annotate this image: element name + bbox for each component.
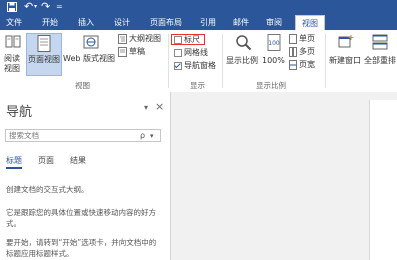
search-box[interactable]: 搜索文档 ρ ▾: [5, 129, 161, 142]
customize-qat-icon[interactable]: =: [56, 2, 63, 12]
close-icon[interactable]: ×: [155, 100, 164, 113]
tab-design[interactable]: 设计: [110, 15, 134, 30]
draft-label: 草稿: [129, 47, 145, 56]
ruler-checkbox[interactable]: 标尺: [174, 35, 204, 45]
group-divider: [222, 34, 223, 88]
nav-help-text: 标题应用标题样式。: [6, 249, 74, 258]
save-icon[interactable]: [7, 2, 17, 12]
tab-insert[interactable]: 插入: [74, 15, 98, 30]
nav-help-text: 式。: [6, 219, 21, 228]
nav-pane-label: 导航窗格: [184, 61, 216, 70]
tab-mailings[interactable]: 邮件: [229, 15, 253, 30]
tab-review[interactable]: 审阅: [262, 15, 286, 30]
print-layout-icon: [37, 35, 51, 55]
nav-help-text: 创建文档的交互式大纲。: [6, 185, 89, 194]
nav-pane-title: 导航: [6, 105, 33, 120]
undo-dropdown-icon[interactable]: ▾: [34, 3, 37, 10]
read-mode-label: 阅读: [4, 54, 20, 63]
group-divider: [325, 34, 326, 88]
gridlines-checkbox-box[interactable]: [174, 49, 182, 57]
ribbon-tab-bar: 文件 开始 插入 设计 页面布局 引用 邮件 审阅 视图: [0, 15, 397, 30]
search-input[interactable]: 搜索文档: [9, 131, 39, 141]
arrange-all-label: 全部重排: [364, 56, 396, 65]
nav-help-text: 要开始，请转到“开始”选项卡，并向文档中的: [6, 238, 157, 247]
web-layout-icon: [83, 34, 99, 53]
one-page-label: 单页: [299, 34, 315, 43]
print-layout-label: 页面视图: [28, 55, 60, 64]
ruler-checkbox-box[interactable]: [174, 36, 182, 44]
read-mode-button[interactable]: 阅读 视图: [3, 34, 23, 76]
nav-help-text: 它是跟踪您的具体位置或快速移动内容的好方: [6, 208, 156, 217]
new-window-icon: [338, 34, 354, 53]
gridlines-checkbox[interactable]: 网格线: [174, 48, 214, 58]
views-group-label: 视图: [75, 81, 90, 90]
zoom-group-label: 显示比例: [256, 81, 286, 90]
show-group-label: 显示: [190, 81, 205, 90]
multi-page-label: 多页: [299, 47, 315, 56]
page-width-button[interactable]: 页宽: [289, 60, 319, 70]
one-page-button[interactable]: 单页: [289, 34, 319, 44]
web-layout-button[interactable]: Web 版式视图: [63, 34, 115, 76]
svg-text:100: 100: [268, 40, 280, 47]
zoom-100-button[interactable]: 100 100%: [262, 34, 286, 74]
zoom-100-icon: 100: [266, 34, 282, 54]
tab-file[interactable]: 文件: [0, 15, 28, 30]
gridlines-label: 网格线: [184, 48, 208, 57]
multi-page-icon: [289, 47, 297, 60]
tab-view[interactable]: 视图: [295, 15, 325, 30]
magnifier-icon: [235, 34, 252, 54]
undo-icon[interactable]: ↶: [24, 0, 33, 14]
redo-icon[interactable]: ↷: [41, 0, 50, 14]
ruler-label: 标尺: [184, 35, 200, 44]
page-width-icon: [289, 60, 297, 73]
one-page-icon: [289, 34, 297, 47]
nav-pane-checkbox[interactable]: 导航窗格: [174, 61, 224, 71]
web-layout-label: Web 版式视图: [63, 54, 115, 63]
draft-icon: [118, 47, 127, 60]
read-mode-label-line2: 视图: [4, 64, 20, 73]
outline-button[interactable]: 大纲视图: [118, 34, 166, 45]
zoom-100-label: 100%: [262, 56, 285, 65]
nav-pane-options-icon[interactable]: ▾: [144, 103, 148, 112]
tab-page-layout[interactable]: 页面布局: [146, 15, 186, 30]
tab-home[interactable]: 开始: [38, 15, 62, 30]
tab-headings[interactable]: 标题: [6, 155, 22, 169]
nav-pane-checkbox-box[interactable]: [174, 62, 182, 70]
outline-icon: [118, 34, 127, 47]
search-icon[interactable]: ρ: [140, 130, 145, 141]
print-layout-button[interactable]: 页面视图: [26, 33, 62, 76]
tab-pages[interactable]: 页面: [38, 155, 54, 166]
read-mode-icon: [5, 34, 21, 53]
outline-label: 大纲视图: [129, 34, 161, 43]
search-dropdown-icon[interactable]: ▾: [150, 131, 154, 141]
document-page[interactable]: [369, 100, 397, 260]
zoom-button[interactable]: 显示比例: [226, 34, 262, 74]
multi-page-button[interactable]: 多页: [289, 47, 319, 57]
document-area[interactable]: [171, 92, 397, 260]
tab-results[interactable]: 结果: [70, 155, 86, 166]
new-window-button[interactable]: 新建窗口: [329, 34, 363, 74]
tab-references[interactable]: 引用: [196, 15, 220, 30]
page-width-label: 页宽: [299, 60, 315, 69]
quick-access-toolbar: ↶ ▾ ↷ =: [0, 0, 397, 15]
arrange-all-button[interactable]: 全部重排: [364, 34, 397, 74]
group-divider: [168, 34, 169, 88]
draft-button[interactable]: 草稿: [118, 47, 158, 58]
arrange-all-icon: [372, 34, 388, 53]
zoom-label: 显示比例: [226, 56, 258, 65]
new-window-label: 新建窗口: [329, 56, 361, 65]
